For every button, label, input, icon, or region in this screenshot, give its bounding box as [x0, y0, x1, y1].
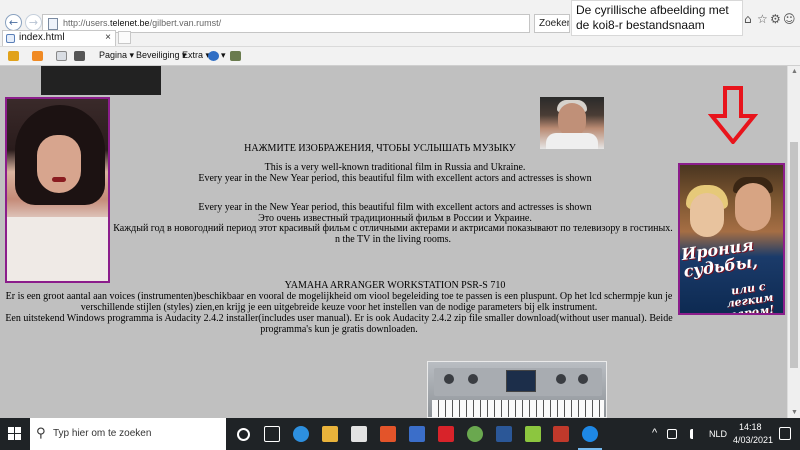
network-icon[interactable]: [667, 429, 677, 439]
app-green-icon[interactable]: [467, 426, 483, 442]
new-tab-button[interactable]: [118, 31, 131, 44]
text-line-new-year-repeat: Every year in the New Year period, this …: [198, 202, 592, 213]
russian-heading: НАЖМИТЕ ИЗОБРАЖЕНИЯ, ЧТОБЫ УСЛЫШАТЬ МУЗЫ…: [244, 143, 516, 154]
favorites-icon[interactable]: ☆: [757, 12, 768, 26]
forward-button[interactable]: →: [25, 14, 42, 31]
poster-actor-face: [735, 183, 771, 231]
taskbar: ⚲ Typ hier om te zoeken ^ NLD 14:18 4/03…: [0, 418, 800, 450]
help-menu[interactable]: ▾: [221, 50, 226, 61]
keyboard-knob: [556, 374, 566, 384]
url-prefix: http://users.: [63, 18, 111, 28]
taskbar-search-placeholder: Typ hier om te zoeken: [53, 428, 152, 439]
edge-icon[interactable]: [293, 426, 309, 442]
app-lime-icon[interactable]: [525, 426, 541, 442]
photo-face: [37, 135, 81, 193]
poster-actress-face: [690, 193, 724, 237]
back-button[interactable]: ←: [5, 14, 22, 31]
keyboard-knob: [468, 374, 478, 384]
ie-page-icon: [6, 34, 15, 43]
page-content: Ирония судьбы, или с легким паром! НАЖМИ…: [0, 66, 787, 418]
tray-expand-icon[interactable]: ^: [652, 427, 657, 439]
home-icon[interactable]: ⌂: [744, 12, 752, 26]
keyboard-screen: [506, 370, 536, 392]
text-line-new-year: Every year in the New Year period, this …: [198, 173, 592, 184]
url-text: http://users.telenet.be/gilbert.van.rums…: [63, 18, 221, 28]
photo-head: [558, 103, 586, 137]
scroll-up-icon[interactable]: ▲: [791, 68, 798, 75]
command-bar: Pagina ▾ Beveiliging ▾ Extra ▾ ▾: [0, 46, 800, 66]
close-icon[interactable]: ×: [105, 31, 111, 45]
vertical-scrollbar[interactable]: ▲ ▼: [787, 66, 800, 418]
start-button[interactable]: [0, 418, 30, 450]
film-poster[interactable]: Ирония судьбы, или с легким паром!: [678, 163, 785, 315]
tab-label: index.html: [19, 32, 65, 43]
store-icon[interactable]: [351, 426, 367, 442]
rss-icon[interactable]: [32, 51, 43, 61]
russian-paragraph: Каждый год в новогодний период этот крас…: [113, 223, 673, 245]
taskbar-search-input[interactable]: ⚲ Typ hier om te zoeken: [30, 418, 226, 450]
language-indicator[interactable]: NLD: [709, 429, 727, 439]
search-icon: ⚲: [36, 426, 46, 441]
windows-logo-icon: [8, 427, 14, 433]
security-menu[interactable]: Beveiliging ▾: [136, 50, 187, 61]
scroll-down-icon[interactable]: ▼: [791, 409, 798, 416]
office-icon[interactable]: [380, 426, 396, 442]
browser-chrome: ← → http://users.telenet.be/gilbert.van.…: [0, 0, 800, 66]
page-icon: [48, 18, 58, 30]
photo-fur-collar: [7, 217, 108, 281]
feedback-icon[interactable]: ☺: [783, 12, 796, 26]
windows-logo-icon: [15, 434, 21, 440]
cortana-icon[interactable]: [237, 428, 250, 441]
print-icon[interactable]: [74, 51, 85, 61]
app-blue-icon[interactable]: [496, 426, 512, 442]
portrait-photo-woman[interactable]: [5, 97, 110, 283]
keyboard-keys: [432, 400, 604, 417]
keyboard-photo[interactable]: [427, 361, 607, 418]
internet-explorer-icon[interactable]: [582, 426, 598, 442]
mail-icon[interactable]: [56, 51, 67, 61]
help-icon[interactable]: [208, 51, 219, 61]
gear-icon[interactable]: ⚙: [770, 12, 781, 26]
home-icon[interactable]: [8, 51, 19, 61]
photo-shirt: [546, 133, 598, 149]
clock-date[interactable]: 4/03/2021: [733, 435, 773, 445]
clock-time[interactable]: 14:18: [739, 422, 762, 432]
tab-index[interactable]: index.html ×: [2, 30, 116, 46]
url-suffix: /gilbert.van.rumst/: [149, 18, 222, 28]
dutch-paragraph-audacity: Een uitstekend Windows programma is Auda…: [5, 313, 673, 335]
dutch-paragraph-voices: Er is een groot aantal aan voices (instr…: [5, 291, 673, 313]
extra-menu[interactable]: Extra ▾: [182, 50, 210, 61]
file-explorer-icon[interactable]: [322, 426, 338, 442]
scrollbar-thumb[interactable]: [790, 142, 798, 368]
tab-row: index.html ×: [0, 30, 800, 46]
windows-logo-icon: [15, 427, 21, 433]
filezilla-icon[interactable]: [553, 426, 569, 442]
top-image-strip: [41, 66, 161, 95]
red-arrow-down-icon: [708, 86, 758, 144]
task-view-icon[interactable]: [264, 426, 280, 442]
app-red-icon[interactable]: [438, 426, 454, 442]
url-domain: telenet.be: [110, 18, 150, 28]
photo-lips: [52, 177, 66, 182]
keyboard-knob: [578, 374, 588, 384]
text-line-film-known: This is a very well-known traditional fi…: [264, 162, 526, 173]
research-icon[interactable]: [230, 51, 241, 61]
windows-logo-icon: [8, 434, 14, 440]
keyboard-knob: [444, 374, 454, 384]
yamaha-heading: YAMAHA ARRANGER WORKSTATION PSR-S 710: [284, 280, 506, 291]
volume-icon[interactable]: [690, 429, 700, 439]
mail-icon[interactable]: [409, 426, 425, 442]
poster-subtitle: или с легким паром!: [725, 279, 776, 315]
poster-title: Ирония судьбы,: [679, 235, 759, 281]
notification-icon[interactable]: [779, 427, 791, 440]
page-menu[interactable]: Pagina ▾: [99, 50, 134, 61]
portrait-photo-man[interactable]: [540, 97, 604, 149]
